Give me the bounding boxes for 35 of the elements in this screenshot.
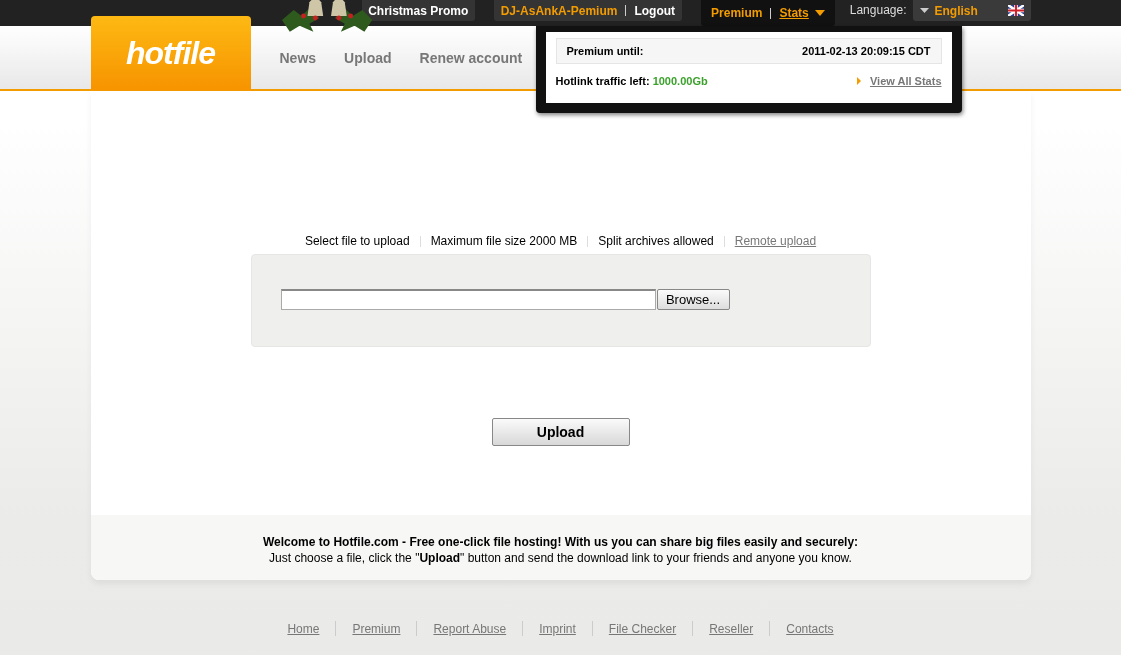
premium-date: 2011-02-13 20:09:15 CDT — [802, 45, 931, 57]
premium-link[interactable]: Premium — [711, 6, 763, 20]
caret-icon — [919, 8, 929, 13]
welcome-text: Just choose a file, click the "Upload" button and send the download link to your friends and anyone you know. — [269, 550, 852, 565]
stats-link[interactable]: Stats — [779, 6, 809, 20]
footer-link[interactable]: Imprint — [539, 621, 576, 636]
footer-link[interactable]: Home — [287, 621, 320, 636]
footer-link[interactable]: File Checker — [608, 621, 677, 636]
traffic-value: 1000.00Gb — [652, 75, 708, 87]
traffic-label: Hotlink traffic left: — [555, 75, 650, 87]
info-text: Split archives allowed — [598, 234, 714, 248]
footer-link[interactable]: Report Abuse — [433, 621, 507, 636]
promo-button[interactable]: Christmas Promo — [361, 0, 475, 21]
logout-link[interactable]: Logout — [634, 3, 676, 18]
uk-flag-icon — [1007, 5, 1024, 16]
language-label: Language: — [849, 3, 907, 17]
info-text: Select file to upload — [304, 234, 410, 248]
upload-button[interactable]: Upload — [491, 418, 630, 446]
file-path-field[interactable] — [280, 289, 656, 310]
nav-link[interactable]: Upload — [344, 50, 392, 66]
nav-link[interactable]: Renew account — [419, 50, 523, 66]
remote-upload-link[interactable]: Remote upload — [734, 234, 817, 248]
footer-link[interactable]: Reseller — [709, 621, 754, 636]
info-text: Maximum file size 2000 MB — [430, 234, 578, 248]
footer-link[interactable]: Contacts — [786, 621, 834, 636]
nav-link[interactable]: News — [279, 50, 317, 66]
language-select[interactable]: English — [912, 0, 1031, 21]
view-all-stats-link[interactable]: View All Stats — [869, 75, 942, 87]
premium-label: Premium until: — [566, 45, 644, 57]
username-link[interactable]: DJ-AsAnkA-Pemium — [500, 3, 618, 18]
footer-link[interactable]: Premium — [352, 621, 401, 636]
browse-button[interactable]: Browse... — [656, 289, 730, 310]
welcome-heading: Welcome to Hotfile.com - Free one-click file hosting! With us you can share big files easily and securely: — [262, 534, 859, 549]
caret-icon[interactable] — [814, 10, 825, 16]
arrow-icon — [856, 77, 861, 85]
